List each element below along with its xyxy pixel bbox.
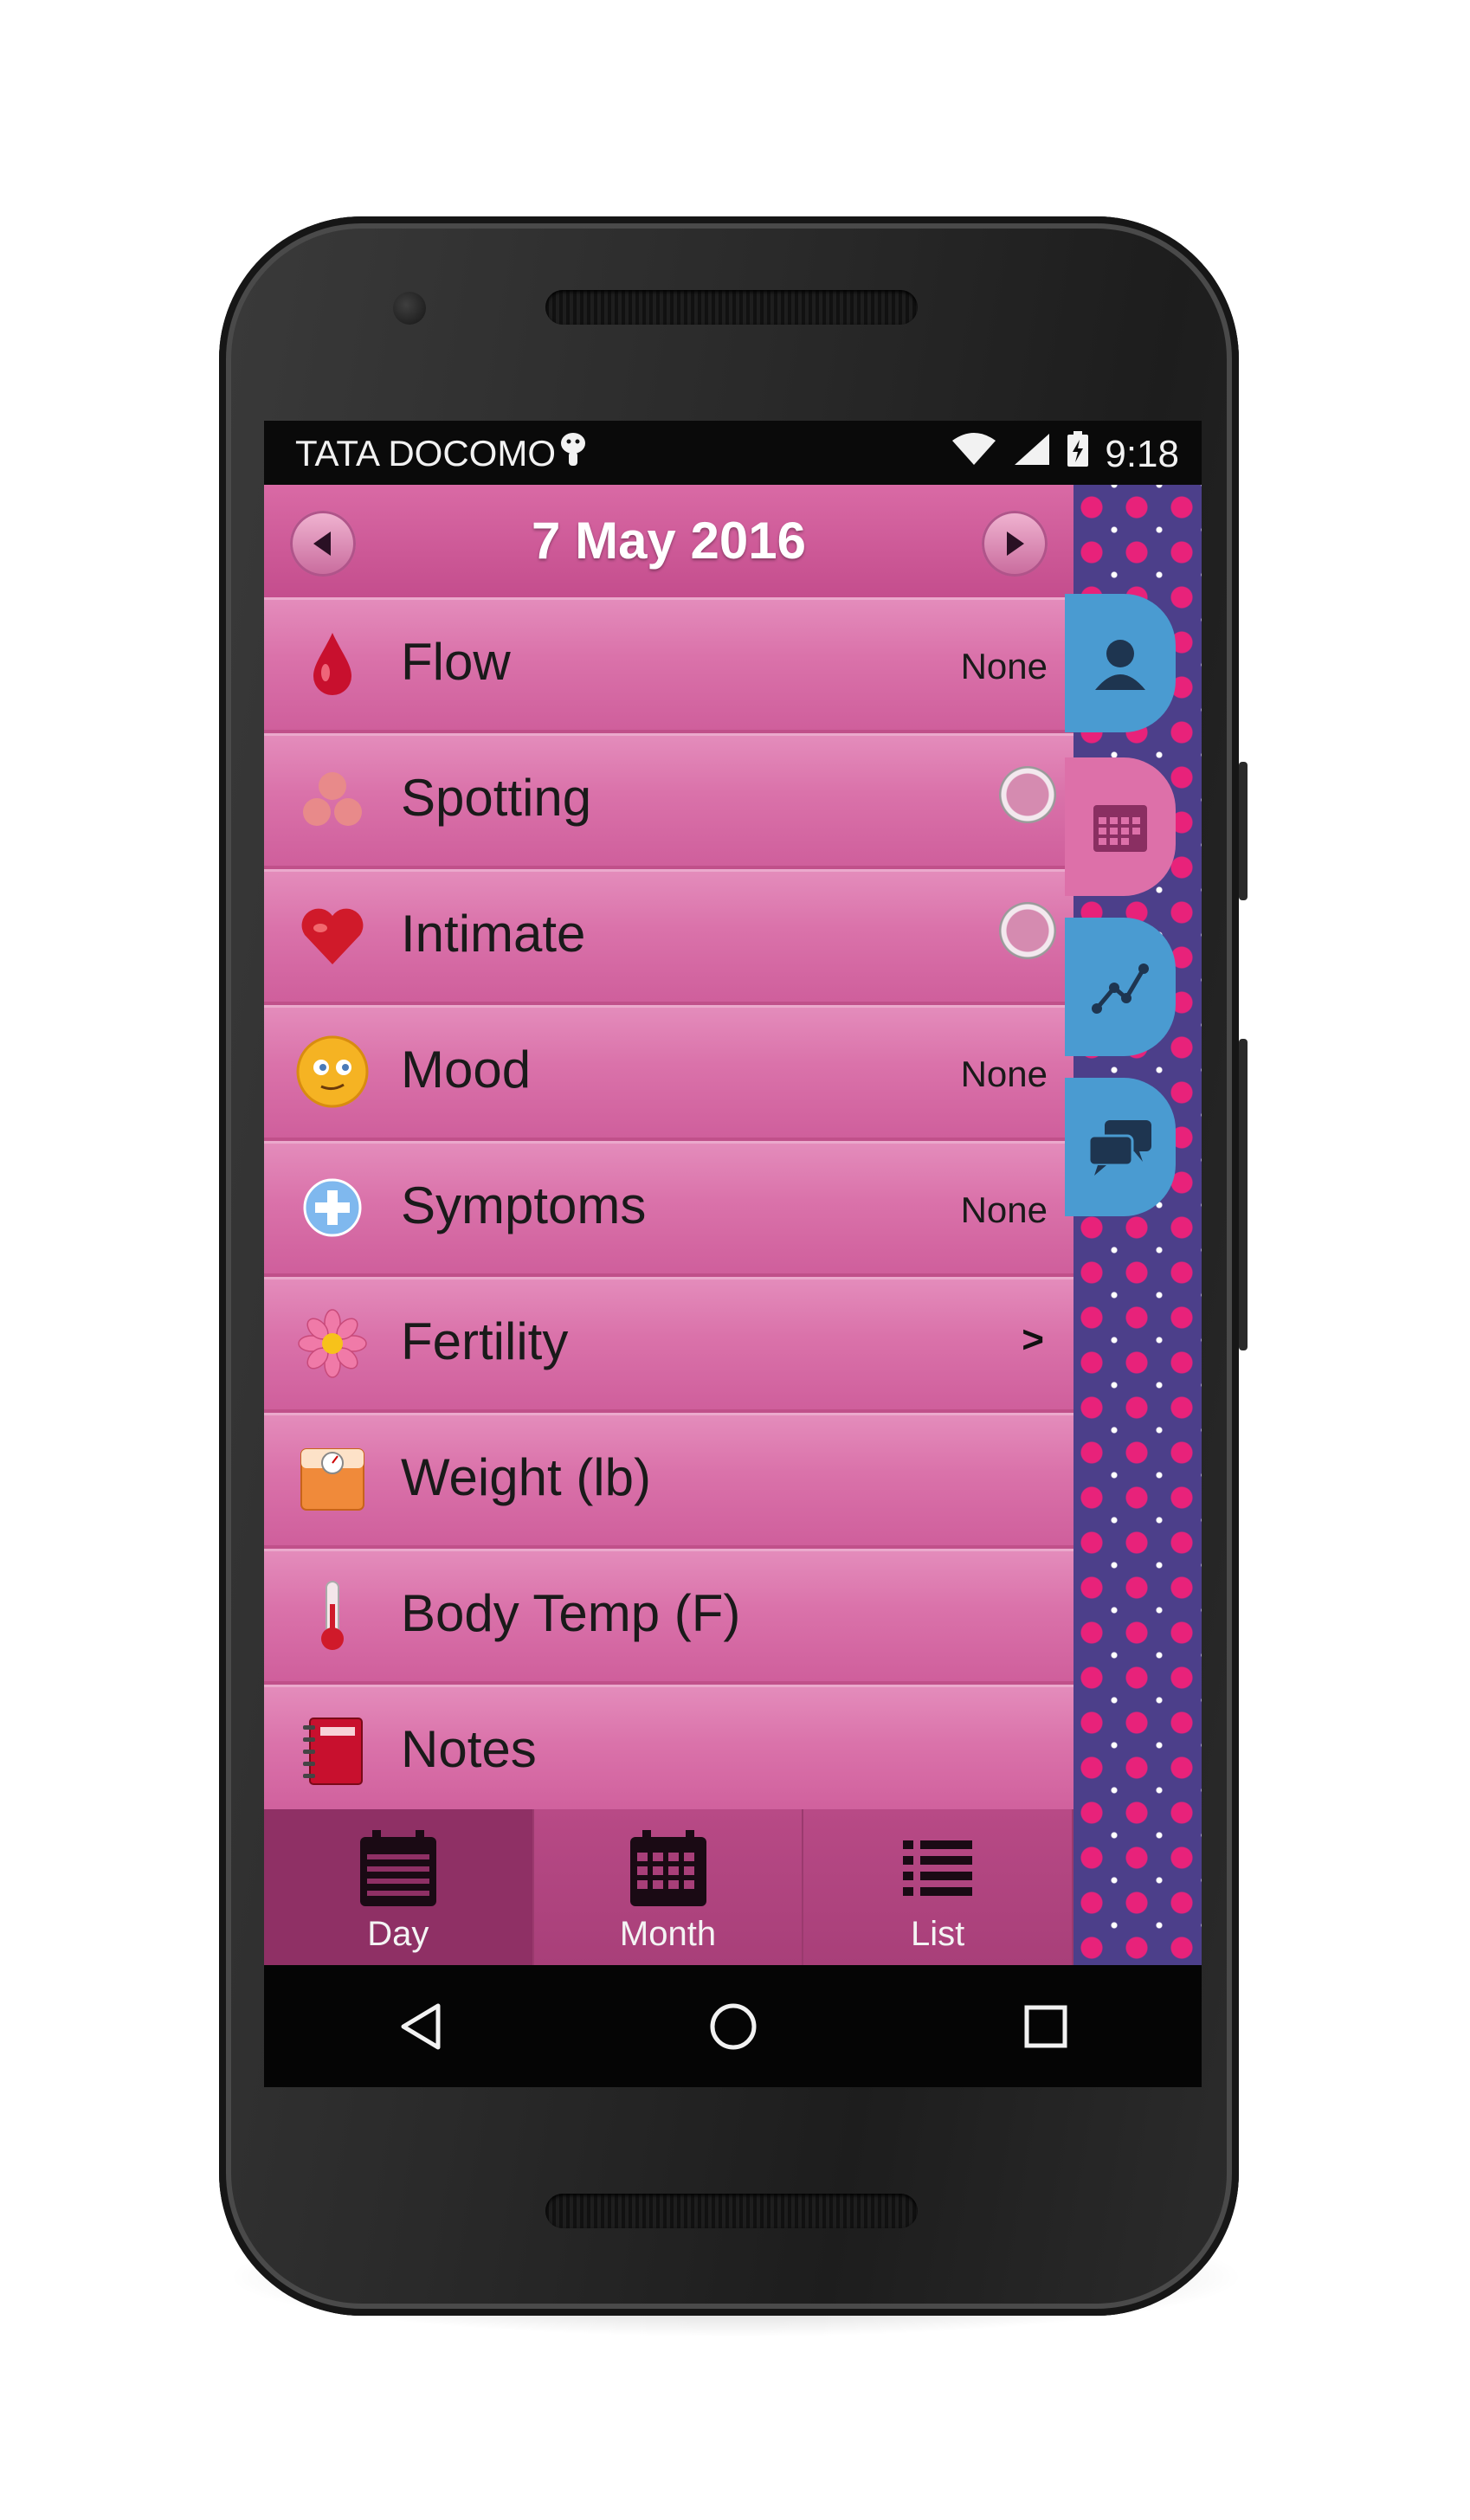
recents-button[interactable] [994,1975,1098,2079]
row-fertility[interactable]: Fertility > [264,1277,1073,1413]
row-label: Flow [401,633,511,691]
status-bar: TATA DOCOMO 9:18 [264,421,1202,485]
row-flow[interactable]: Flow None [264,597,1073,733]
spots-icon [295,763,370,837]
date-header: 7 May 2016 [264,485,1073,597]
thermometer-icon [295,1578,370,1653]
row-label: Symptoms [401,1176,647,1234]
bottom-speaker [545,2194,918,2228]
back-icon [401,2003,440,2049]
spotting-radio[interactable] [999,766,1056,823]
fertility-chevron: > [1022,1318,1044,1361]
wifi-icon [951,432,997,476]
chat-icon [1087,1120,1151,1176]
date-title: 7 May 2016 [532,512,806,570]
home-button[interactable] [681,1975,785,2079]
bottom-tab-bar: Day Month List [264,1809,1074,1965]
symptoms-value: None [960,1189,1048,1230]
row-symptoms[interactable]: Symptoms None [264,1141,1073,1277]
day-entries: Flow None Spotting Intimate Mood None Sy… [264,597,1073,1821]
intimate-radio[interactable] [999,902,1056,959]
side-tab-profile[interactable] [1065,594,1176,732]
android-icon [558,429,588,476]
chart-icon [1092,964,1149,1014]
status-icons: 9:18 [951,431,1179,477]
volume-button [1239,1039,1248,1350]
row-label: Mood [401,1041,532,1099]
chevron-right-icon [1007,532,1024,556]
top-speaker [545,290,918,325]
flow-value: None [960,646,1048,686]
row-body-temp[interactable]: Body Temp (F) [264,1549,1073,1685]
row-weight[interactable]: Weight (lb) [264,1413,1073,1549]
side-tab-calendar[interactable] [1065,757,1176,896]
month-calendar-icon [534,1825,803,1911]
scale-icon [295,1442,370,1517]
row-mood[interactable]: Mood None [264,1005,1073,1141]
tab-label: Day [367,1915,429,1953]
android-nav-bar [264,1965,1202,2087]
row-notes[interactable]: Notes [264,1685,1073,1821]
notebook-icon [295,1714,370,1788]
back-button[interactable] [369,1975,473,2079]
row-label: Spotting [401,769,592,827]
next-day-button[interactable] [982,511,1048,577]
row-label: Notes [401,1720,537,1778]
row-label: Weight (lb) [401,1448,651,1506]
screen: TATA DOCOMO 9:18 7 May 2016 Flow None Sp… [264,421,1202,2087]
day-calendar-icon [264,1825,532,1911]
profile-icon [1095,640,1145,690]
plus-icon [295,1170,370,1245]
power-button [1239,762,1248,900]
blood-drop-icon [295,627,370,701]
battery-charging-icon [1067,431,1089,477]
row-intimate[interactable]: Intimate [264,869,1073,1005]
row-spotting[interactable]: Spotting [264,733,1073,869]
tab-day[interactable]: Day [264,1809,534,1965]
tab-month[interactable]: Month [534,1809,804,1965]
row-label: Intimate [401,905,586,963]
heart-icon [295,899,370,973]
clock-label: 9:18 [1105,432,1179,475]
side-tab-chat[interactable] [1065,1078,1176,1216]
flower-icon [295,1306,370,1381]
row-label: Fertility [401,1312,569,1370]
smiley-icon [295,1034,370,1109]
mood-value: None [960,1054,1048,1094]
row-label: Body Temp (F) [401,1584,741,1642]
tab-label: List [911,1915,965,1953]
tab-list[interactable]: List [803,1809,1074,1965]
recents-icon [1024,2005,1067,2047]
list-icon [803,1825,1072,1911]
signal-icon [1013,432,1051,476]
tab-label: Month [619,1915,717,1953]
home-icon [710,2003,756,2049]
front-camera [393,292,426,325]
app-content: 7 May 2016 Flow None Spotting Intimate M… [264,485,1202,1965]
calendar-icon [1093,805,1147,852]
carrier-label: TATA DOCOMO [295,433,556,474]
side-tab-chart[interactable] [1065,918,1176,1056]
